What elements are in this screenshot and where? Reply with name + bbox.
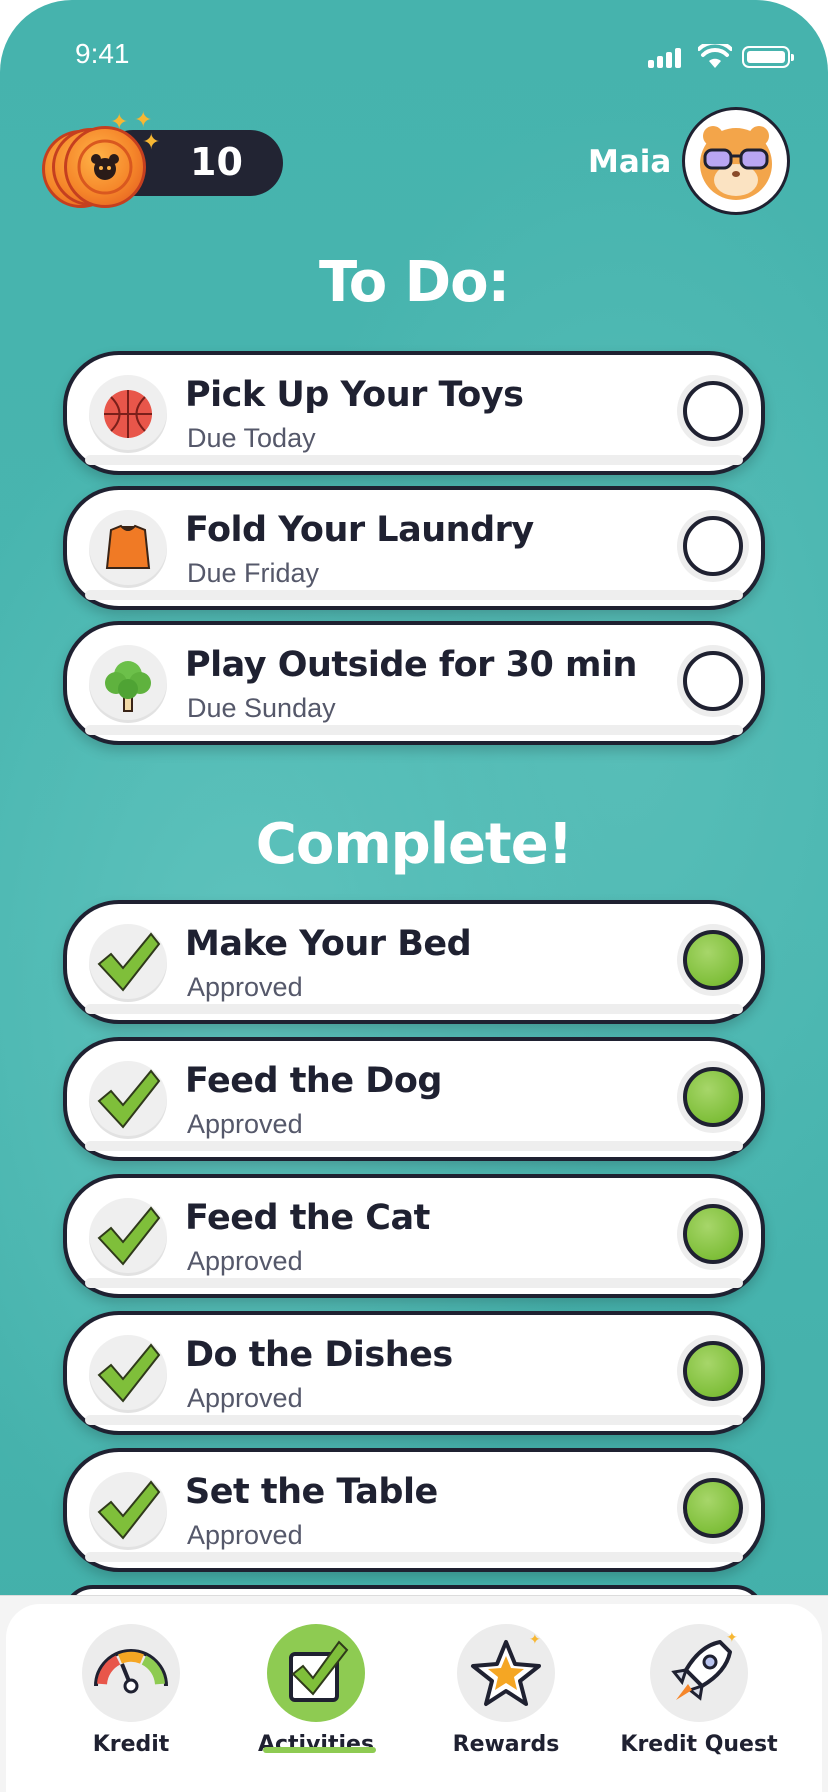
task-checkbox[interactable] xyxy=(683,651,743,711)
hamster-avatar-icon xyxy=(700,126,772,200)
coin-stack-icon: ✦ ✦ ✦ xyxy=(40,110,160,208)
complete-task-card[interactable]: Feed the Cat Approved xyxy=(63,1174,765,1298)
signal-icon xyxy=(648,46,686,68)
checkmark-icon xyxy=(89,1335,167,1413)
gauge-icon xyxy=(82,1624,180,1722)
tab-rewards[interactable]: ✦ Rewards xyxy=(411,1604,601,1784)
tab-kredit[interactable]: Kredit xyxy=(36,1604,226,1784)
complete-heading: Complete! xyxy=(255,812,573,877)
avatar[interactable] xyxy=(682,107,790,215)
todo-task-card[interactable]: Play Outside for 30 min Due Sunday xyxy=(63,621,765,745)
task-title: Feed the Dog xyxy=(185,1061,442,1101)
task-complete-indicator[interactable] xyxy=(683,1204,743,1264)
tab-label: Rewards xyxy=(452,1732,560,1757)
bottom-tab-bar: Kredit Activities ✦ Rewards ✦ Kredit Que… xyxy=(0,1595,828,1792)
task-due: Due Today xyxy=(187,423,316,453)
checkmark-icon xyxy=(89,1472,167,1550)
complete-task-card[interactable]: Set the Table Approved xyxy=(63,1448,765,1572)
status-bar: 9:41 xyxy=(0,0,828,110)
basketball-icon xyxy=(89,375,167,453)
tab-label: Kredit Quest xyxy=(620,1732,778,1757)
checkmark-icon xyxy=(89,924,167,1002)
todo-task-card[interactable]: Fold Your Laundry Due Friday xyxy=(63,486,765,610)
wifi-icon xyxy=(698,44,732,68)
task-status: Approved xyxy=(187,1246,303,1276)
task-complete-indicator[interactable] xyxy=(683,1478,743,1538)
task-checkbox[interactable] xyxy=(683,381,743,441)
shirt-icon xyxy=(89,510,167,588)
task-title: Do the Dishes xyxy=(185,1335,453,1375)
tab-label: Kredit xyxy=(92,1732,170,1757)
tab-label: Activities xyxy=(257,1732,375,1757)
tree-icon xyxy=(89,645,167,723)
coin-count: 10 xyxy=(190,140,243,184)
phone-screen: 9:41 ✦ ✦ ✦ 10 Maia To Do: Pick Up Your T… xyxy=(0,0,828,1792)
svg-text:✦: ✦ xyxy=(529,1632,541,1648)
svg-text:✦: ✦ xyxy=(726,1630,738,1646)
star-icon: ✦ xyxy=(457,1624,555,1722)
task-due: Due Sunday xyxy=(187,693,336,723)
task-title: Pick Up Your Toys xyxy=(185,375,524,415)
complete-task-card[interactable]: Feed the Dog Approved xyxy=(63,1037,765,1161)
battery-icon xyxy=(742,46,794,68)
rocket-icon: ✦ xyxy=(650,1624,748,1722)
checkmark-icon xyxy=(89,1198,167,1276)
todo-heading: To Do: xyxy=(318,250,510,315)
task-status: Approved xyxy=(187,972,303,1002)
complete-task-card[interactable]: Make Your Bed Approved xyxy=(63,900,765,1024)
user-name: Maia xyxy=(588,144,672,180)
task-title: Feed the Cat xyxy=(185,1198,430,1238)
task-title: Play Outside for 30 min xyxy=(185,645,637,685)
active-tab-indicator xyxy=(263,1747,376,1753)
task-title: Fold Your Laundry xyxy=(185,510,534,550)
task-complete-indicator[interactable] xyxy=(683,1341,743,1401)
task-title: Set the Table xyxy=(185,1472,438,1512)
task-status: Approved xyxy=(187,1109,303,1139)
tab-kredit-quest[interactable]: ✦ Kredit Quest xyxy=(604,1604,794,1784)
task-status: Approved xyxy=(187,1383,303,1413)
task-complete-indicator[interactable] xyxy=(683,930,743,990)
complete-task-card[interactable]: Do the Dishes Approved xyxy=(63,1311,765,1435)
todo-task-card[interactable]: Pick Up Your Toys Due Today xyxy=(63,351,765,475)
task-title: Make Your Bed xyxy=(185,924,472,964)
tab-activities[interactable]: Activities xyxy=(221,1604,411,1784)
task-complete-indicator[interactable] xyxy=(683,1067,743,1127)
tab-bar-surface: Kredit Activities ✦ Rewards ✦ Kredit Que… xyxy=(6,1604,822,1792)
status-time: 9:41 xyxy=(75,38,130,69)
checkbox-icon xyxy=(267,1624,365,1722)
checkmark-icon xyxy=(89,1061,167,1139)
task-status: Approved xyxy=(187,1520,303,1550)
task-checkbox[interactable] xyxy=(683,516,743,576)
task-due: Due Friday xyxy=(187,558,320,588)
